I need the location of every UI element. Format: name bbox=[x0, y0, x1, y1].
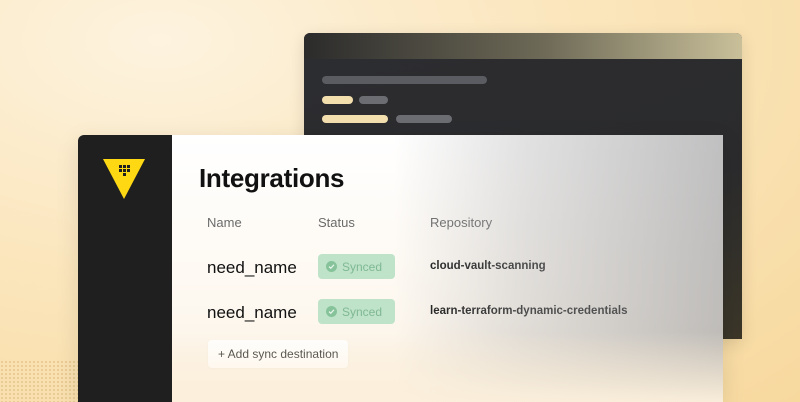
vault-logo-icon[interactable] bbox=[103, 159, 145, 199]
placeholder-line bbox=[322, 115, 388, 123]
repository-name: learn-terraform-dynamic-credentials bbox=[430, 305, 628, 317]
placeholder-line bbox=[322, 76, 487, 84]
status-label: Synced bbox=[342, 259, 383, 274]
dot-pattern bbox=[0, 360, 90, 402]
column-header-repository: Repository bbox=[430, 215, 493, 230]
integrations-window: Integrations Name Status Repository need… bbox=[78, 135, 723, 402]
column-header-status: Status bbox=[318, 215, 355, 230]
status-badge: Synced bbox=[318, 254, 395, 279]
status-label: Synced bbox=[342, 304, 383, 319]
repository-name: cloud-vault-scanning bbox=[430, 260, 546, 272]
check-circle-icon bbox=[326, 261, 337, 272]
placeholder-line bbox=[322, 96, 353, 104]
placeholder-line bbox=[396, 115, 452, 123]
integration-name: need_name bbox=[207, 303, 297, 322]
table-row[interactable]: need_name Synced learn-terraform-dynamic… bbox=[172, 294, 723, 330]
page-title: Integrations bbox=[199, 163, 345, 193]
column-header-name: Name bbox=[207, 215, 242, 230]
terminal-titlebar bbox=[304, 33, 742, 59]
integration-name: need_name bbox=[207, 258, 297, 277]
sidebar bbox=[78, 135, 172, 402]
placeholder-line bbox=[359, 96, 388, 104]
add-sync-destination-button[interactable]: + Add sync destination bbox=[208, 340, 349, 368]
status-badge: Synced bbox=[318, 299, 395, 324]
check-circle-icon bbox=[326, 306, 337, 317]
main-content: Integrations Name Status Repository need… bbox=[172, 135, 723, 402]
table-row[interactable]: need_name Synced cloud-vault-scanning bbox=[172, 249, 723, 285]
